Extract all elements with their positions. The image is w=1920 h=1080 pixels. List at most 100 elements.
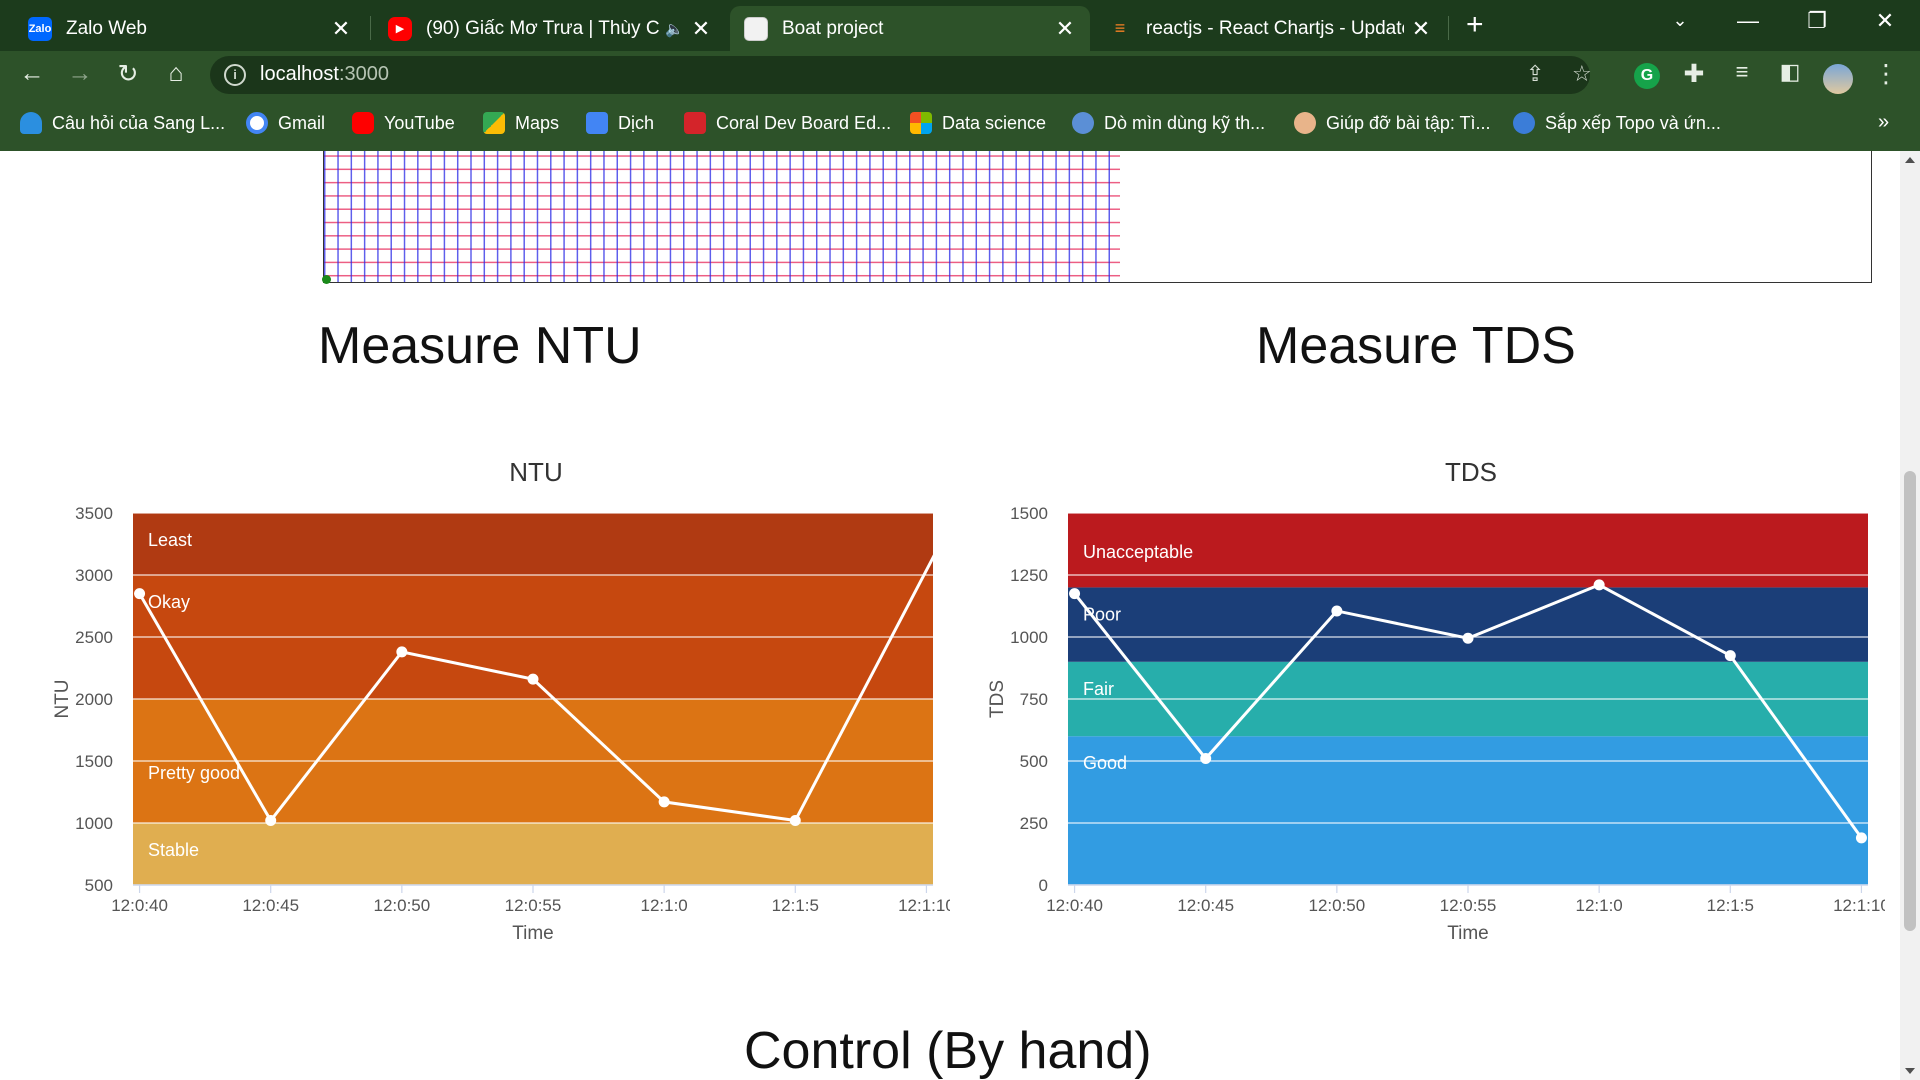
scrollbar-thumb[interactable] <box>1904 471 1916 931</box>
browser-window: Zalo Zalo Web ✕ ▶ (90) Giấc Mơ Trưa | Th… <box>0 0 1920 1080</box>
bookmark-item[interactable]: Dịch <box>586 112 654 134</box>
close-tab-icon[interactable]: ✕ <box>330 16 352 42</box>
x-tick-label: 12:0:40 <box>1046 896 1103 915</box>
data-point <box>789 815 801 827</box>
heading-ntu: Measure NTU <box>318 317 642 375</box>
bookmark-item[interactable]: Coral Dev Board Ed... <box>684 112 891 134</box>
stackoverflow-icon: ≡ <box>1114 18 1126 38</box>
maps-icon <box>483 112 505 134</box>
bookmark-item[interactable]: Sắp xếp Topo và ứn... <box>1513 112 1721 134</box>
data-point <box>1593 579 1605 591</box>
bookmark-item[interactable]: Giúp đỡ bài tập: Tì... <box>1294 112 1491 134</box>
globe-icon <box>1072 112 1094 134</box>
y-tick-label: 2500 <box>75 628 113 647</box>
reload-button[interactable]: ↻ <box>112 59 144 89</box>
face-icon <box>1294 112 1316 134</box>
y-tick-label: 1000 <box>75 814 113 833</box>
wordpress-icon <box>1513 112 1535 134</box>
back-button[interactable]: ← <box>16 59 48 88</box>
scroll-up-icon[interactable] <box>1905 157 1915 163</box>
band-label: Poor <box>1083 604 1121 624</box>
tab-search-icon[interactable]: ⌄ <box>1665 10 1695 31</box>
y-tick-label: 500 <box>1020 752 1048 771</box>
coral-icon <box>684 112 706 134</box>
tab-youtube[interactable]: ▶ (90) Giấc Mơ Trưa | Thùy Chi 🔈 ✕ <box>374 6 726 51</box>
tab-stackoverflow[interactable]: ≡ reactjs - React Chartjs - Update C ✕ <box>1094 6 1446 51</box>
y-tick-label: 1500 <box>75 752 113 771</box>
side-panel-icon[interactable]: ◧ <box>1774 59 1806 85</box>
zalo-icon: Zalo <box>28 16 52 41</box>
bookmark-item[interactable]: Data science <box>910 112 1046 134</box>
close-window-button[interactable]: ✕ <box>1870 8 1900 34</box>
y-tick-label: 500 <box>85 876 113 895</box>
vertical-scrollbar[interactable] <box>1900 151 1920 1080</box>
profile-avatar[interactable] <box>1823 64 1853 94</box>
chart-title: TDS <box>1445 457 1497 487</box>
y-tick-label: 3000 <box>75 566 113 585</box>
scroll-down-icon[interactable] <box>1905 1068 1915 1074</box>
band-label: Stable <box>148 840 199 860</box>
y-tick-label: 750 <box>1020 690 1048 709</box>
forward-button[interactable]: → <box>64 59 96 88</box>
tab-zalo[interactable]: Zalo Zalo Web ✕ <box>14 6 366 51</box>
bookmark-item[interactable]: Gmail <box>246 112 325 134</box>
x-tick-label: 12:0:40 <box>111 896 168 915</box>
y-tick-label: 0 <box>1039 876 1048 895</box>
tab-boat-project[interactable]: Boat project ✕ <box>730 6 1090 51</box>
x-tick-label: 12:1:10 <box>898 896 950 915</box>
tab-strip: Zalo Zalo Web ✕ ▶ (90) Giấc Mơ Trưa | Th… <box>0 0 1920 51</box>
tds-chart: TDS 0 250 500 750 1000 1250 1500 Good Fair Poor Una… <box>987 457 1885 941</box>
x-tick-label: 12:0:45 <box>242 896 299 915</box>
x-tick-label: 12:0:50 <box>373 896 430 915</box>
bookmark-item[interactable]: Câu hỏi của Sang L... <box>20 112 225 134</box>
more-bookmarks-icon[interactable]: » <box>1878 111 1889 134</box>
x-tick-label: 12:0:45 <box>1177 896 1234 915</box>
data-point <box>1200 753 1212 765</box>
menu-icon[interactable]: ⋮ <box>1870 59 1902 89</box>
bookmark-item[interactable]: YouTube <box>352 112 455 134</box>
google-icon <box>246 112 268 134</box>
y-tick-label: 2000 <box>75 690 113 709</box>
ntu-chart: NTU 500 1000 1500 2000 2500 3000 3500 Stable Pret… <box>52 457 950 941</box>
plot-band <box>133 513 933 575</box>
site-info-icon[interactable]: i <box>224 64 246 86</box>
band-label: Fair <box>1083 679 1114 699</box>
x-axis-label: Time <box>512 923 554 941</box>
new-tab-button[interactable]: + <box>1466 8 1484 42</box>
address-bar[interactable]: i localhost:3000 ⇪ ☆ <box>210 56 1592 94</box>
page-content: Measure NTU Measure TDS NTU 500 1000 1500 20… <box>0 151 1900 1080</box>
speaker-icon[interactable]: 🔈 <box>665 20 684 38</box>
data-point <box>1331 605 1343 617</box>
home-button[interactable]: ⌂ <box>160 59 192 88</box>
x-tick-label: 12:0:50 <box>1308 896 1365 915</box>
youtube-icon: ▶ <box>388 16 412 41</box>
close-tab-icon[interactable]: ✕ <box>1410 16 1432 42</box>
bookmark-item[interactable]: Dò mìn dùng kỹ th... <box>1072 112 1265 134</box>
grammarly-icon[interactable]: G <box>1634 63 1660 89</box>
close-tab-icon[interactable]: ✕ <box>690 16 712 42</box>
url-text[interactable]: localhost:3000 <box>260 63 389 86</box>
x-tick-label: 12:1:0 <box>1576 896 1623 915</box>
y-tick-label: 3500 <box>75 504 113 523</box>
chart-title: NTU <box>509 457 562 487</box>
data-point <box>934 539 946 551</box>
x-tick-label: 12:1:0 <box>641 896 688 915</box>
share-icon[interactable]: ⇪ <box>1526 61 1544 87</box>
media-control-icon[interactable]: ≡ <box>1726 59 1758 85</box>
minimize-button[interactable]: — <box>1733 8 1763 34</box>
restore-button[interactable]: ❐ <box>1802 8 1832 34</box>
grid-map <box>324 151 1120 282</box>
bookmark-item[interactable]: Maps <box>483 112 559 134</box>
x-tick-label: 12:1:10 <box>1833 896 1885 915</box>
cloud-icon <box>20 112 42 134</box>
y-tick-label: 1000 <box>1010 628 1048 647</box>
extensions-icon[interactable]: ✚ <box>1678 59 1710 89</box>
plot-band <box>1068 587 1868 662</box>
close-tab-icon[interactable]: ✕ <box>1054 16 1076 42</box>
bookmark-star-icon[interactable]: ☆ <box>1572 61 1592 87</box>
y-axis-label: TDS <box>987 680 1008 718</box>
boat-position-marker <box>322 275 331 284</box>
band-label: Okay <box>148 592 190 612</box>
toolbar: ← → ↻ ⌂ i localhost:3000 ⇪ ☆ G ✚ ≡ ◧ ⋮ <box>0 51 1920 99</box>
x-tick-label: 12:1:5 <box>772 896 819 915</box>
